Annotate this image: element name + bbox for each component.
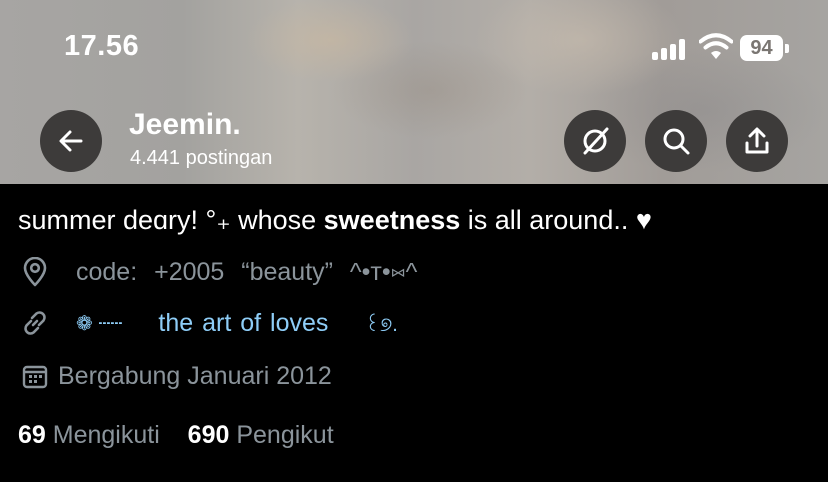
search-icon (663, 128, 690, 155)
location-text: code: +2005 “beauty” ^•ᴛ•⑅^ (76, 257, 418, 286)
profile-name: Jeemin. (129, 108, 241, 141)
following-link[interactable]: 69 Mengikuti (18, 421, 167, 449)
share-icon (745, 127, 769, 154)
followers-link[interactable]: 690 Pengikut (188, 421, 334, 449)
joined-date: Bergabung Januari 2012 (58, 361, 332, 390)
follow-stats: 69 Mengikuti 690 Pengikut (18, 421, 334, 450)
signal-icon (652, 38, 688, 60)
calendar-icon (20, 361, 50, 391)
back-button[interactable] (40, 110, 102, 172)
location-pin-icon (20, 257, 50, 287)
link-icon (20, 308, 50, 338)
wifi-icon (699, 33, 733, 59)
following-label: Mengikuti (52, 421, 160, 449)
battery-level: 94 (740, 35, 783, 61)
following-count: 69 (18, 421, 46, 449)
share-button[interactable] (726, 110, 788, 172)
bio-text-1: summer deɑry! °₊ whose (18, 205, 324, 235)
post-count: 4.441 postingan (130, 147, 273, 169)
website-row: ❁ ┄┄ the art of loves ꒰୭. (20, 308, 398, 338)
grok-icon (583, 127, 609, 155)
location-row: code: +2005 “beauty” ^•ᴛ•⑅^ (20, 257, 417, 287)
followers-label: Pengikut (236, 421, 334, 449)
bio-text-2: is all around.. ♥ (460, 205, 652, 235)
website-link-text[interactable]: the art of loves (158, 309, 328, 338)
battery-icon: 94 (740, 35, 790, 63)
joined-row: Bergabung Januari 2012 (20, 361, 332, 391)
followers-count: 690 (187, 421, 230, 449)
back-arrow-icon (59, 130, 83, 152)
grok-button[interactable] (564, 110, 626, 172)
profile-bio: summer deɑry! °₊ whose sweetness is all … (18, 205, 652, 236)
website-link-decor[interactable]: ꒰୭. (364, 310, 397, 337)
website-link[interactable]: ❁ ┄┄ (76, 311, 122, 336)
search-button[interactable] (645, 110, 707, 172)
profile-banner: 17.56 94 Jeemin. 4.441 postingan (0, 0, 828, 184)
status-time: 17.56 (64, 30, 140, 62)
bio-bold-text: sweetness (323, 205, 461, 235)
